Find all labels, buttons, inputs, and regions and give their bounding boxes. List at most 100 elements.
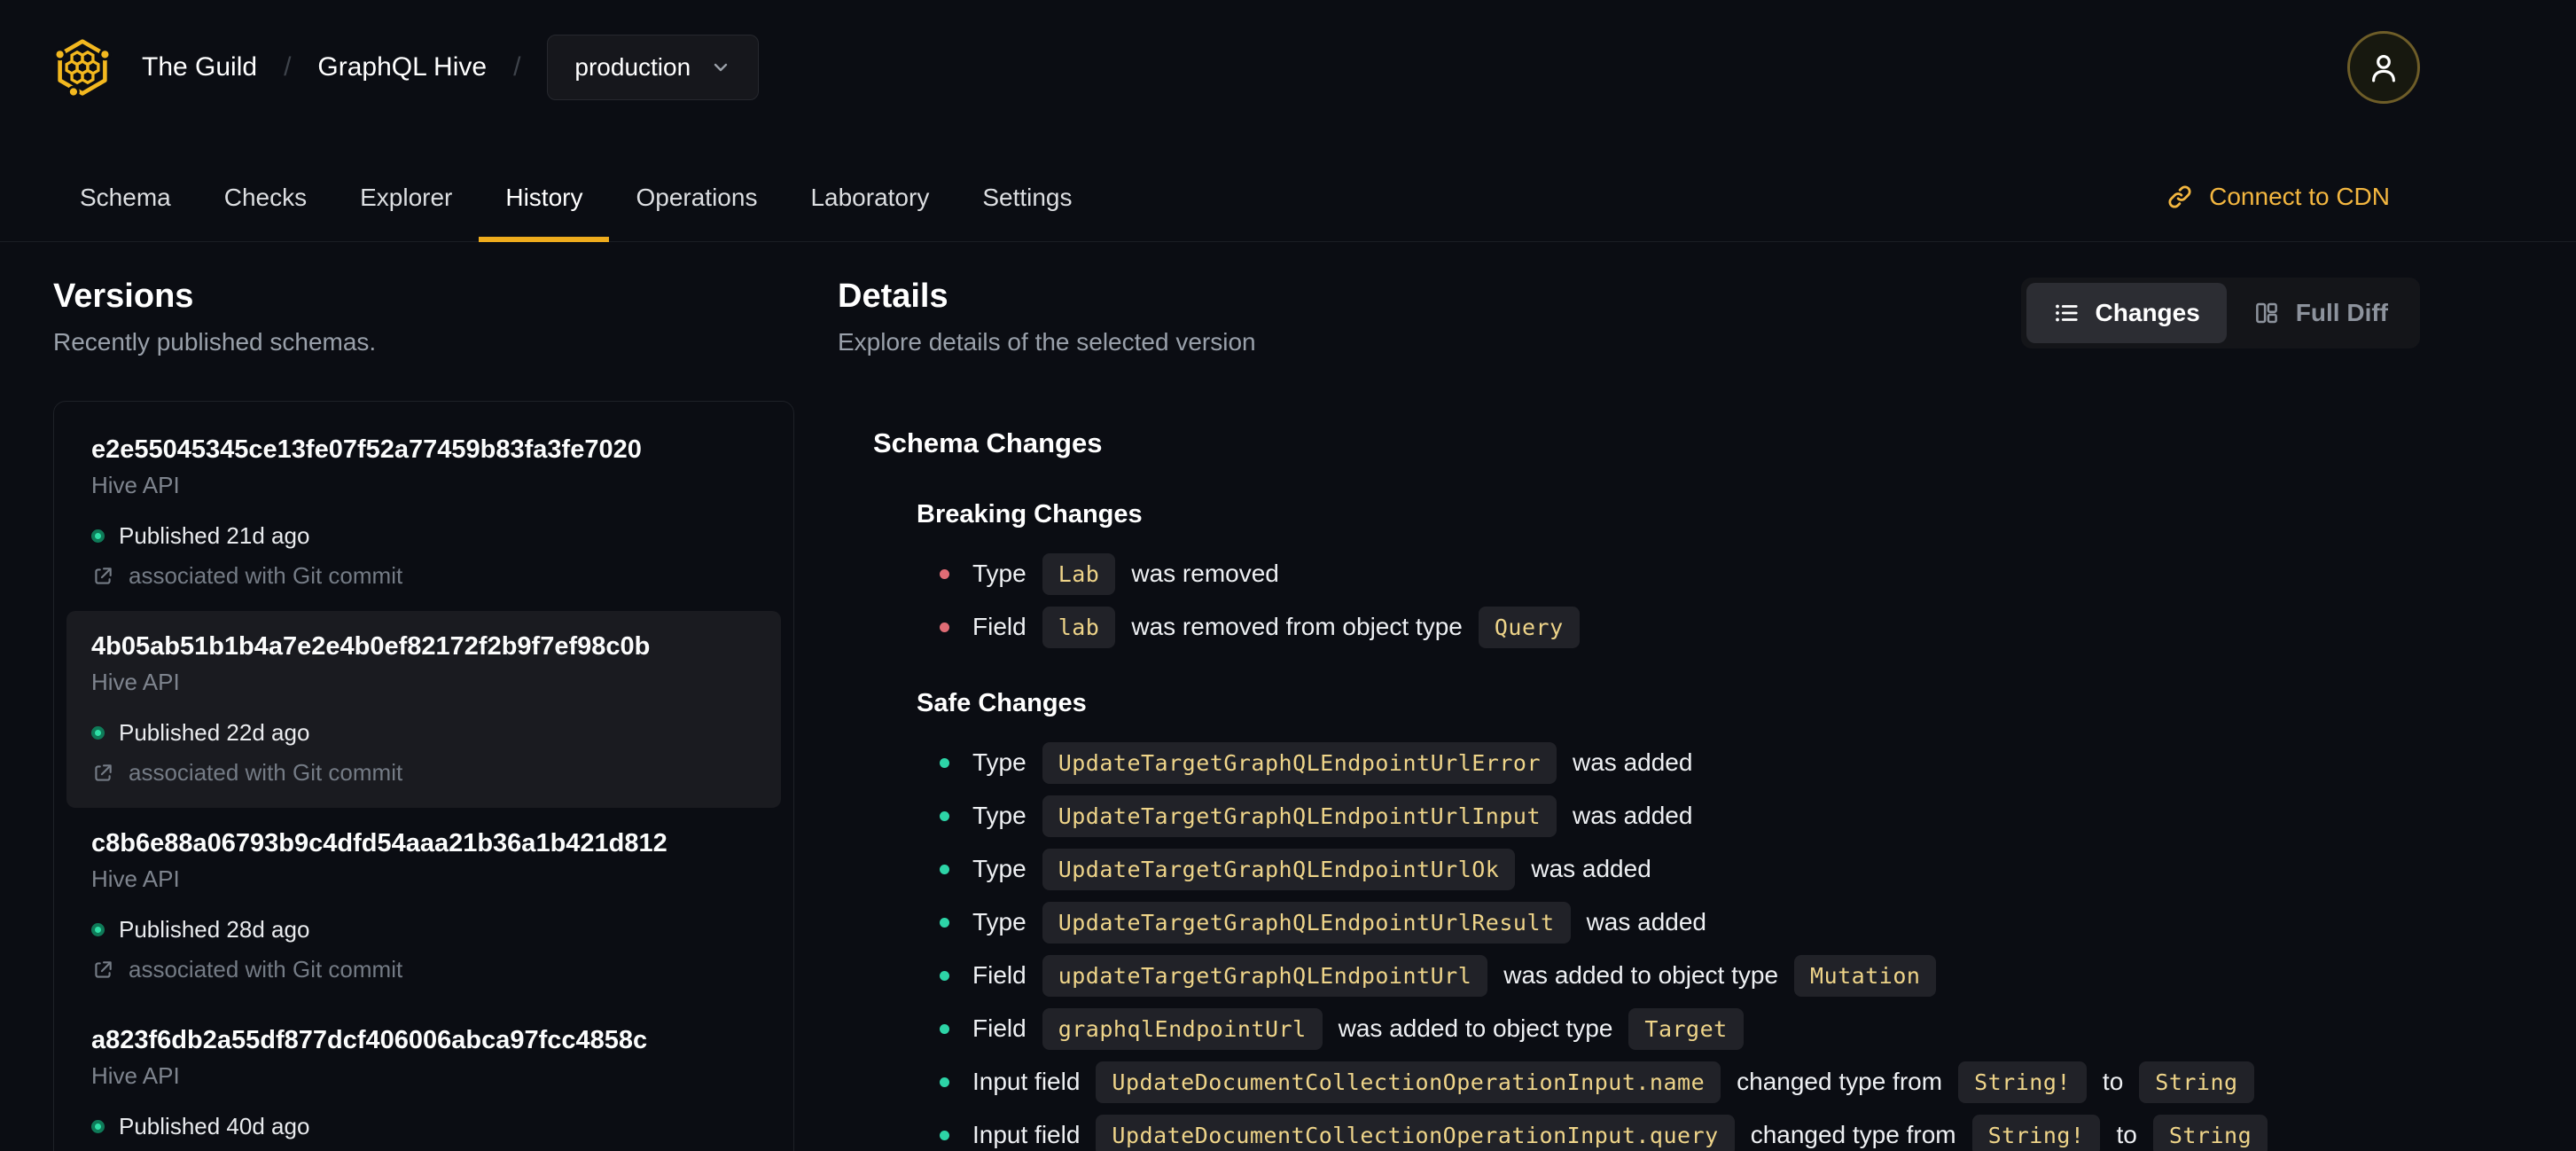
code-badge: Lab xyxy=(1042,552,1116,595)
hive-logo-icon xyxy=(53,39,112,98)
version-item[interactable]: a823f6db2a55df877dcf406006abca97fcc4858c… xyxy=(66,1005,781,1151)
split-panels-icon xyxy=(2255,302,2277,324)
breaking-changes-title: Breaking Changes xyxy=(917,500,1143,529)
tab-checks[interactable]: Checks xyxy=(198,184,333,242)
tab-row: Schema Checks Explorer History Operations Lab… xyxy=(0,135,2576,242)
git-commit-link[interactable]: associated with Git commit xyxy=(91,956,756,983)
version-service: Hive API xyxy=(91,1062,180,1089)
version-hash: 4b05ab51b1b4a7e2e4b0ef82172f2b9f7ef98c0b xyxy=(91,632,651,661)
published-dot-icon xyxy=(91,1120,105,1133)
header-row: The Guild / GraphQL Hive / production xyxy=(0,0,2576,135)
change-item: Type UpdateTargetGraphQLEndpointUrlError w… xyxy=(917,741,2523,784)
external-link-icon xyxy=(95,763,112,781)
published-dot-icon xyxy=(91,529,105,543)
user-avatar[interactable] xyxy=(2347,31,2420,104)
change-item: Type UpdateTargetGraphQLEndpointUrlInput w… xyxy=(917,795,2523,837)
tab-history[interactable]: History xyxy=(479,184,610,242)
code-badge: UpdateDocumentCollectionOperationInput.q… xyxy=(1096,1114,1735,1151)
change-text: was added to object type xyxy=(1503,961,1779,989)
tab-operations[interactable]: Operations xyxy=(609,184,784,242)
code-badge: updateTargetGraphQLEndpointUrl xyxy=(1042,954,1488,997)
details-subtitle: Explore details of the selected version xyxy=(838,328,1256,356)
full-diff-view-label: Full Diff xyxy=(2295,299,2388,326)
version-published-row: Published 28d ago xyxy=(91,916,756,944)
safe-bullet-icon xyxy=(940,1130,949,1140)
full-diff-view-button[interactable]: Full Diff xyxy=(2227,283,2415,343)
connect-cdn-button[interactable]: Connect to CDN xyxy=(2166,183,2390,241)
code-badge: String xyxy=(2139,1061,2254,1103)
changes-view-button[interactable]: Changes xyxy=(2026,283,2227,343)
change-item: Type UpdateTargetGraphQLEndpointUrlOk was … xyxy=(917,848,2523,890)
change-description: Input field UpdateDocumentCollectionOpera… xyxy=(972,1061,2254,1103)
hive-logo[interactable] xyxy=(53,36,112,98)
external-link-icon xyxy=(95,960,112,978)
change-text: was added xyxy=(1573,748,1693,776)
version-item[interactable]: 4b05ab51b1b4a7e2e4b0ef82172f2b9f7ef98c0b… xyxy=(66,611,781,808)
change-description: Type UpdateTargetGraphQLEndpointUrlOk was … xyxy=(972,848,1651,890)
change-text: changed type from xyxy=(1737,1068,1943,1095)
tab-explorer[interactable]: Explorer xyxy=(333,184,479,242)
breadcrumb-org[interactable]: The Guild xyxy=(142,52,257,82)
safe-bullet-icon xyxy=(940,917,949,928)
change-text: was added xyxy=(1573,802,1693,829)
change-text: to xyxy=(2116,1121,2137,1148)
code-badge: UpdateTargetGraphQLEndpointUrlResult xyxy=(1042,901,1571,944)
tab-schema[interactable]: Schema xyxy=(53,184,198,242)
safe-bullet-icon xyxy=(940,757,949,768)
change-description: Type Lab was removed xyxy=(972,552,1279,595)
change-description: Field lab was removed from object type Quer… xyxy=(972,606,1580,648)
change-text: was removed from object type xyxy=(1131,613,1463,640)
code-badge: String! xyxy=(1958,1061,2087,1103)
version-item[interactable]: e2e55045345ce13fe07f52a77459b83fa3fe7020… xyxy=(66,414,781,611)
tab-settings[interactable]: Settings xyxy=(956,184,1098,242)
target-selector[interactable]: production xyxy=(547,35,760,100)
code-badge: UpdateTargetGraphQLEndpointUrlError xyxy=(1042,741,1557,784)
main-content: Versions Recently published schemas. e2e… xyxy=(0,242,2576,1151)
link-icon xyxy=(2168,185,2191,208)
version-published-label: Published 21d ago xyxy=(119,522,310,549)
changes-view-label: Changes xyxy=(2095,299,2200,326)
safe-changes-title: Safe Changes xyxy=(917,689,1087,717)
version-published-row: Published 22d ago xyxy=(91,719,756,747)
user-icon xyxy=(2372,55,2395,82)
version-published-row: Published 40d ago xyxy=(91,1113,756,1140)
git-commit-label: associated with Git commit xyxy=(129,956,403,983)
code-badge: String! xyxy=(1971,1114,2101,1151)
change-text: changed type from xyxy=(1750,1121,1956,1148)
version-service: Hive API xyxy=(91,865,180,892)
change-group-safe: Safe Changes Type UpdateTargetGraphQLEndpo… xyxy=(873,689,2523,1151)
code-badge: UpdateDocumentCollectionOperationInput.n… xyxy=(1096,1061,1721,1103)
change-text: Input field xyxy=(972,1121,1081,1148)
git-commit-link[interactable]: associated with Git commit xyxy=(91,562,756,590)
breadcrumb-separator: / xyxy=(513,52,521,82)
change-item: Field lab was removed from object type Quer… xyxy=(917,606,2523,648)
breaking-bullet-icon xyxy=(940,568,949,579)
change-text: Type xyxy=(972,748,1026,776)
breadcrumb-separator: / xyxy=(284,52,292,82)
chevron-down-icon xyxy=(714,63,728,72)
tab-laboratory[interactable]: Laboratory xyxy=(784,184,956,242)
change-text: Type xyxy=(972,855,1026,882)
safe-bullet-icon xyxy=(940,1077,949,1087)
change-description: Input field UpdateDocumentCollectionOpera… xyxy=(972,1114,2268,1151)
change-text: Field xyxy=(972,1014,1026,1042)
change-text: was removed xyxy=(1131,560,1279,587)
version-published-row: Published 21d ago xyxy=(91,522,756,550)
breadcrumb-project[interactable]: GraphQL Hive xyxy=(317,52,487,82)
change-item: Field graphqlEndpointUrl was added to obje… xyxy=(917,1007,2523,1050)
change-item: Type UpdateTargetGraphQLEndpointUrlResult… xyxy=(917,901,2523,944)
details-panel: Details Explore details of the selected … xyxy=(838,278,2523,1151)
tab-bar: Schema Checks Explorer History Operations Lab… xyxy=(53,184,1099,242)
versions-list: e2e55045345ce13fe07f52a77459b83fa3fe7020… xyxy=(53,401,794,1151)
code-badge: graphqlEndpointUrl xyxy=(1042,1007,1323,1050)
change-text: Type xyxy=(972,560,1026,587)
list-icon xyxy=(2055,304,2078,322)
change-description: Field updateTargetGraphQLEndpointUrl was a… xyxy=(972,954,1937,997)
git-commit-link[interactable]: associated with Git commit xyxy=(91,759,756,787)
published-dot-icon xyxy=(91,726,105,740)
version-item[interactable]: c8b6e88a06793b9c4dfd54aaa21b36a1b421d812… xyxy=(66,808,781,1005)
change-item: Input field UpdateDocumentCollectionOpera… xyxy=(917,1061,2523,1103)
change-item: Type Lab was removed xyxy=(917,552,2523,595)
change-text: was added to object type xyxy=(1338,1014,1613,1042)
version-hash: e2e55045345ce13fe07f52a77459b83fa3fe7020 xyxy=(91,435,642,464)
